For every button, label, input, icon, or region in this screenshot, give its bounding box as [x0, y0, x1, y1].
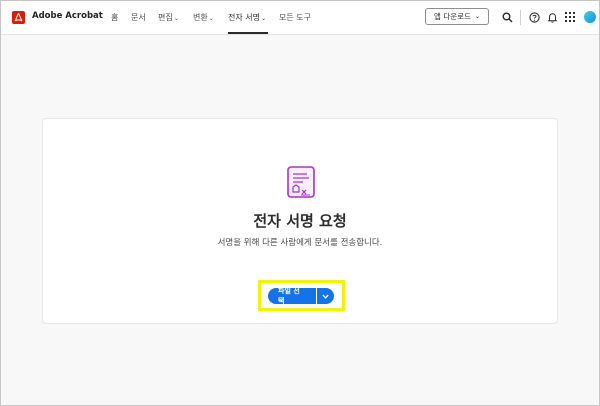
acrobat-logo-icon[interactable] [12, 11, 25, 24]
nav-item-label: 홈 [111, 13, 119, 22]
apps-grid-icon[interactable] [564, 11, 576, 23]
request-signature-document-icon [287, 166, 315, 198]
nav-item-label: 모든 도구 [279, 13, 311, 22]
chevron-down-icon: ⌄ [173, 15, 179, 22]
select-file-button-group: 파일 선택 [268, 287, 334, 305]
nav-item-home[interactable]: 홈 [111, 12, 118, 23]
nav-item-edit[interactable]: 편집⌄ [158, 12, 179, 23]
search-icon[interactable] [501, 11, 513, 23]
nav-item-label: 전자 서명 [228, 13, 260, 22]
nav-item-documents[interactable]: 문서 [131, 12, 146, 23]
chevron-down-icon: ⌄ [474, 13, 480, 20]
nav-item-e-sign[interactable]: 전자 서명⌄ [228, 12, 266, 23]
browser-frame: Adobe Acrobat 홈 문서 편집⌄ 변환⌄ 전자 서명⌄ 모든 도구 [0, 0, 600, 406]
nav-item-convert[interactable]: 변환⌄ [193, 12, 214, 23]
app-download-label: 앱 다운로드 [434, 12, 471, 21]
top-navigation-bar: Adobe Acrobat 홈 문서 편집⌄ 변환⌄ 전자 서명⌄ 모든 도구 [1, 1, 599, 35]
nav-item-label: 편집 [158, 13, 173, 22]
select-file-dropdown-button[interactable] [316, 288, 334, 304]
page-subtitle: 서명을 위해 다른 사람에게 문서를 전송합니다. [217, 238, 383, 248]
app-download-button[interactable]: 앱 다운로드 ⌄ [425, 8, 489, 25]
page-title: 전자 서명 요청 [253, 212, 347, 230]
nav-item-label: 변환 [193, 13, 208, 22]
select-file-button[interactable]: 파일 선택 [268, 287, 316, 305]
chevron-down-icon: ⌄ [208, 15, 214, 22]
chevron-down-icon [322, 294, 329, 299]
active-tab-indicator [228, 32, 268, 34]
nav-item-all-tools[interactable]: 모든 도구 [279, 12, 311, 23]
avatar[interactable] [584, 11, 596, 23]
nav-item-label: 문서 [131, 13, 146, 22]
chevron-down-icon: ⌄ [260, 15, 267, 22]
notification-bell-icon[interactable] [546, 11, 558, 23]
header-divider [520, 10, 521, 25]
brand-name[interactable]: Adobe Acrobat [32, 11, 103, 21]
help-icon[interactable] [528, 11, 540, 23]
